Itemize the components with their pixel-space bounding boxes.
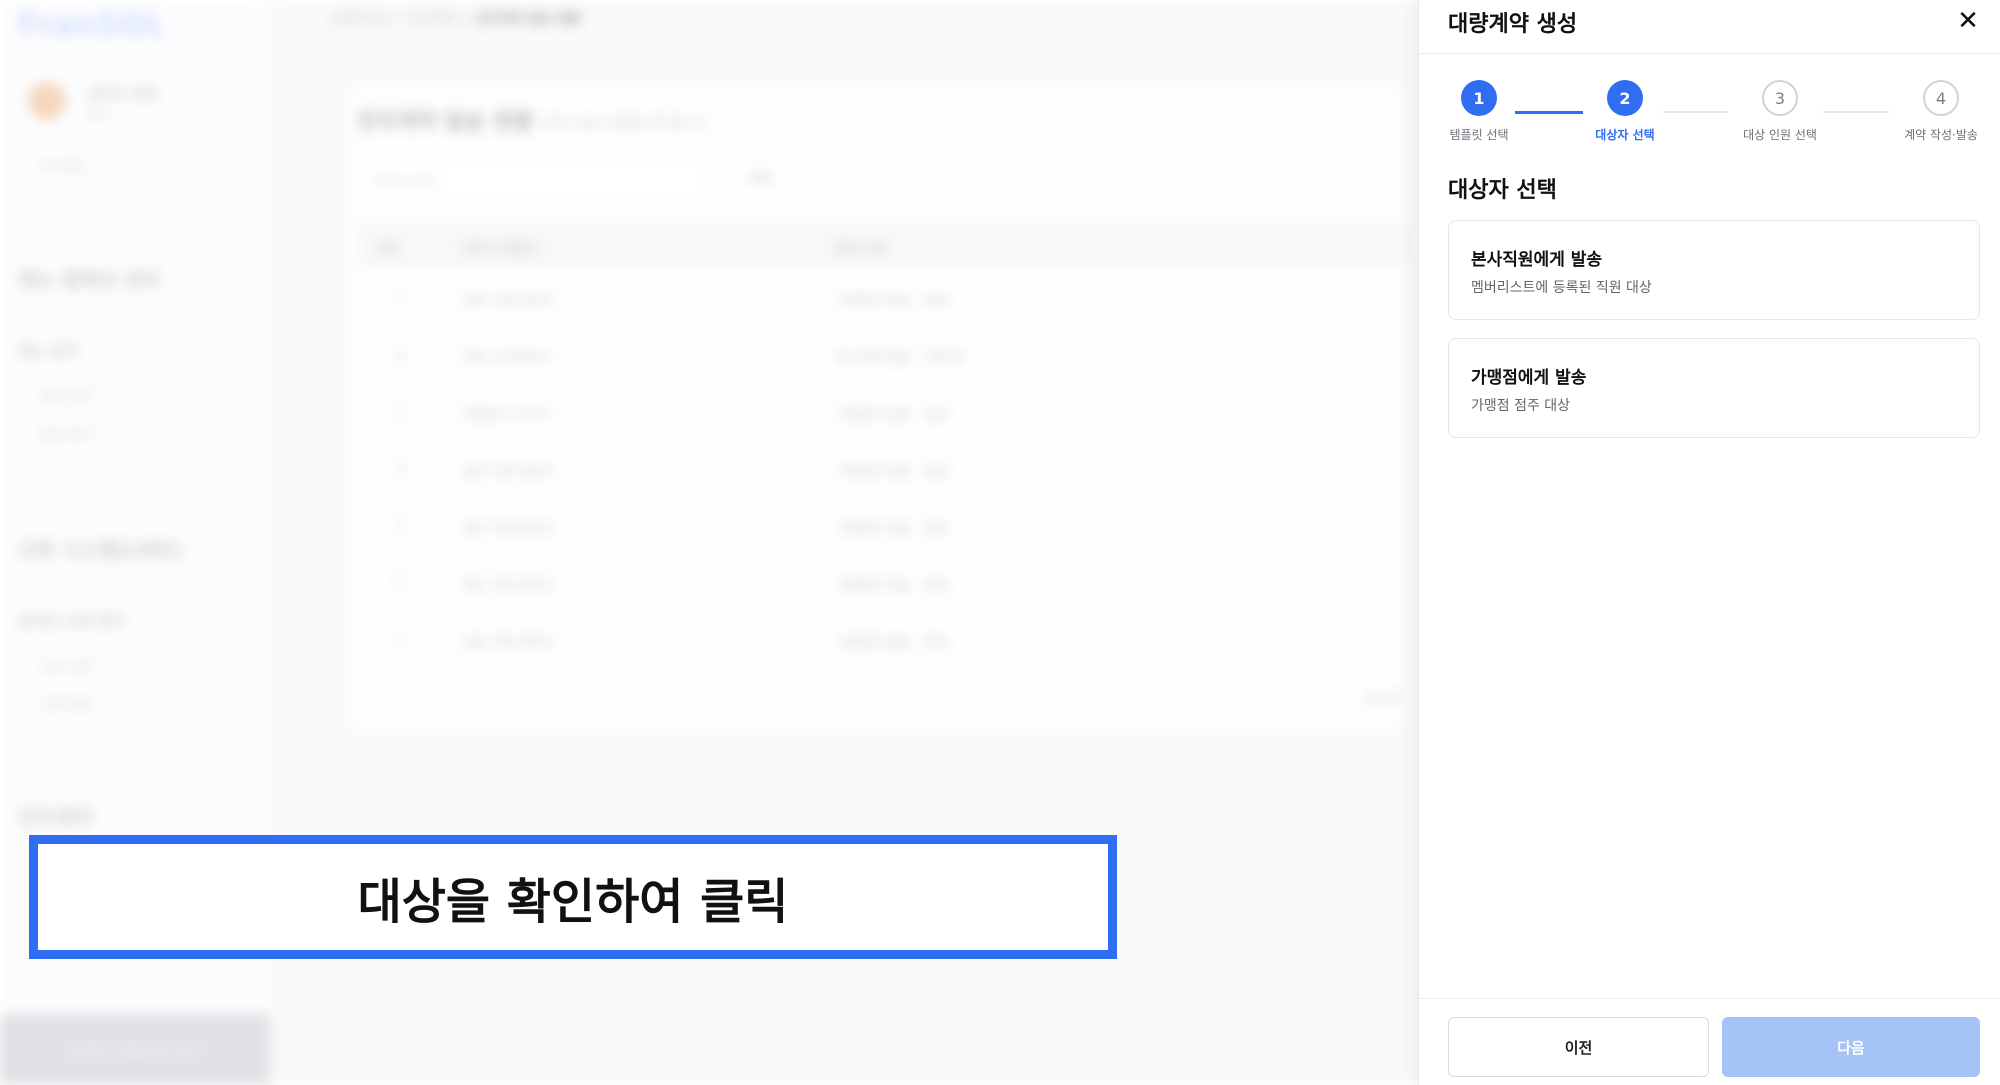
- step-2: 2 대상자 선택: [1565, 80, 1685, 143]
- step-4: 4 계약 작성·발송: [1881, 80, 2000, 143]
- next-button[interactable]: 다음: [1722, 1017, 1980, 1077]
- option-description: 멤버리스트에 등록된 직원 대상: [1471, 280, 1652, 296]
- instruction-callout: 대상을 확인하여 클릭: [29, 835, 1117, 959]
- step-label: 계약 작성·발송: [1904, 128, 1978, 142]
- drawer-footer: 이전 다음: [1419, 998, 2000, 1085]
- step-label: 대상 인원 선택: [1743, 128, 1817, 142]
- step-label: 대상자 선택: [1595, 128, 1655, 142]
- step-label: 템플릿 선택: [1449, 128, 1509, 142]
- step-number: 3: [1762, 80, 1798, 116]
- instruction-text: 대상을 확인하여 클릭: [357, 874, 789, 930]
- step-number: 1: [1461, 80, 1497, 116]
- close-icon[interactable]: ✕: [1953, 6, 1983, 36]
- drawer-title: 대량계약 생성: [1448, 12, 1578, 37]
- previous-button[interactable]: 이전: [1448, 1017, 1709, 1077]
- option-hq-employees[interactable]: 본사직원에게 발송 멤버리스트에 등록된 직원 대상: [1448, 220, 1980, 320]
- option-title: 가맹점에게 발송: [1471, 368, 1587, 388]
- step-number: 2: [1607, 80, 1643, 116]
- step-number: 4: [1923, 80, 1959, 116]
- drawer-header: 대량계약 생성 ✕: [1419, 0, 2000, 54]
- section-title: 대상자 선택: [1448, 178, 1557, 203]
- option-description: 가맹점 점주 대상: [1471, 398, 1571, 414]
- option-franchisees[interactable]: 가맹점에게 발송 가맹점 점주 대상: [1448, 338, 1980, 438]
- step-3: 3 대상 인원 선택: [1720, 80, 1840, 143]
- option-title: 본사직원에게 발송: [1471, 250, 1603, 270]
- bulk-contract-drawer: 대량계약 생성 ✕ 1 템플릿 선택 2 대상자 선택 3 대상 인원 선택 4…: [1418, 0, 2000, 1085]
- step-1: 1 템플릿 선택: [1419, 80, 1539, 143]
